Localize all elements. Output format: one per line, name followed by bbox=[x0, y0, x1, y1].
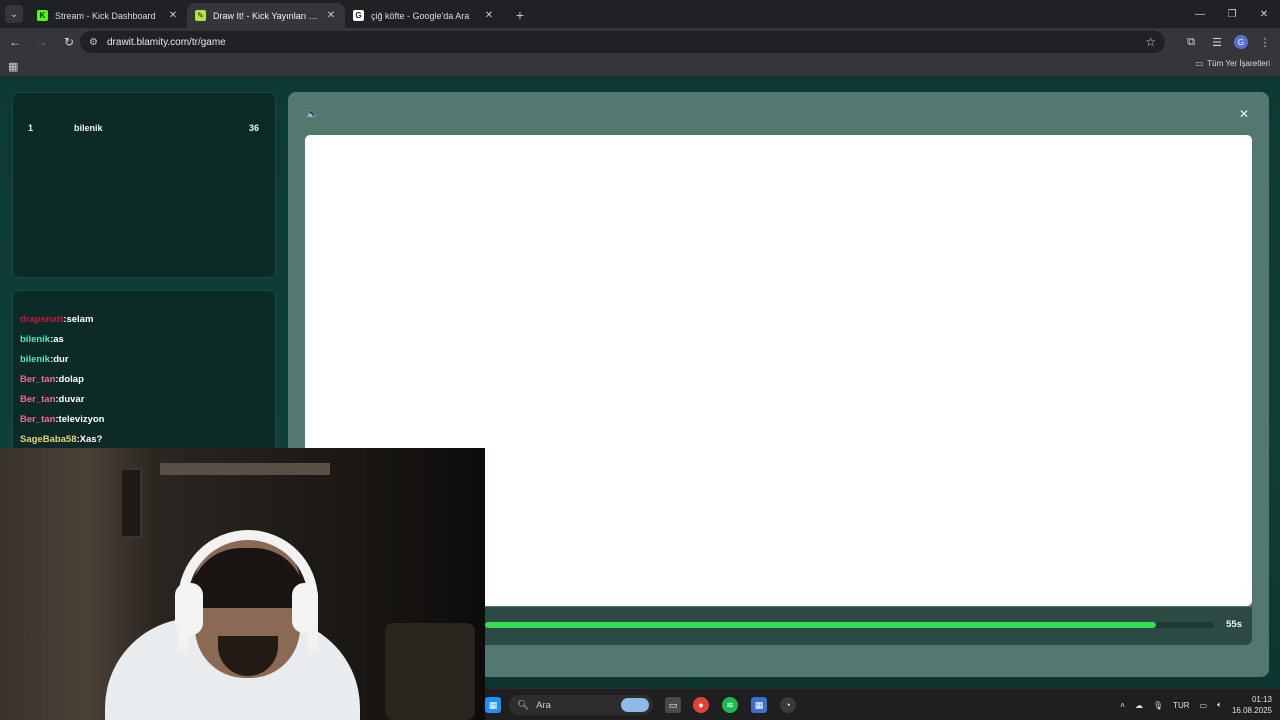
windows-start-icon[interactable]: ▦ bbox=[485, 697, 501, 713]
taskbar-search-label: Ara bbox=[536, 699, 551, 711]
tab-title: Draw It! - Kick Yayınları İçin Çizim bbox=[213, 10, 318, 21]
chat-message: Ber_tan:duvar bbox=[20, 394, 84, 405]
browser-tabstrip: ⌄ K Stream - Kick Dashboard ✕ ✎ Draw It! - K… bbox=[0, 0, 1280, 28]
bookmarks-bar: ▦ ▭ Tüm Yer İşaretleri bbox=[0, 56, 1280, 77]
chat-username[interactable]: bilenik bbox=[20, 354, 50, 365]
bookmark-star-icon[interactable]: ☆ bbox=[1145, 35, 1156, 49]
timer-track bbox=[485, 622, 1214, 628]
language-indicator[interactable]: TUR bbox=[1173, 701, 1189, 710]
tab-title: Stream - Kick Dashboard bbox=[55, 10, 156, 21]
task-view-icon[interactable]: ▭ bbox=[665, 697, 681, 713]
new-tab-button[interactable]: + bbox=[511, 7, 529, 23]
chat-message: bilenik:as bbox=[20, 334, 64, 345]
leaderboard-rank: 1 bbox=[28, 123, 34, 133]
system-tray: ˄ ☁ 🎙︎ TUR ▭ 🔈︎ 01:13 16.08.2025 bbox=[1120, 689, 1272, 720]
webcam-door-frame bbox=[120, 468, 142, 538]
webcam-headphone-cup-right bbox=[292, 583, 318, 633]
folder-icon: ▭ bbox=[1195, 59, 1204, 68]
chat-message: drapsnatt:selam bbox=[20, 314, 93, 325]
chat-username[interactable]: Ber_tan bbox=[20, 394, 55, 405]
spotify-icon[interactable]: ≋ bbox=[722, 697, 738, 713]
chat-text: :televizyon bbox=[55, 414, 105, 425]
browser-toolbar: ← → ↻ ⚙ drawit.blamity.com/tr/game ☆ ⧉ ☰… bbox=[0, 28, 1280, 56]
chat-message: Ber_tan:televizyon bbox=[20, 414, 104, 425]
webcam-shelf bbox=[160, 463, 330, 475]
reading-list-icon[interactable]: ☰ bbox=[1208, 36, 1226, 49]
tab-favicon-icon: K bbox=[37, 10, 48, 21]
clock-time: 01:13 bbox=[1251, 695, 1272, 704]
chat-text: :as bbox=[50, 334, 64, 345]
chat-username[interactable]: Ber_tan bbox=[20, 374, 55, 385]
search-icon: 🔍︎ bbox=[517, 699, 530, 711]
chat-username[interactable]: Ber_tan bbox=[20, 414, 55, 425]
chat-username[interactable]: SageBaba58 bbox=[20, 434, 77, 445]
browser-tab[interactable]: Gçiğ köfte - Google'da Ara ✕ bbox=[345, 3, 503, 28]
chat-panel: drapsnatt:selam bilenik:as bilenik:dur Ber_… bbox=[12, 290, 276, 450]
leaderboard-score: 36 bbox=[248, 123, 259, 133]
chat-text: :duvar bbox=[55, 394, 85, 405]
menu-icon[interactable]: ⋮ bbox=[1256, 36, 1274, 49]
close-icon[interactable]: ✕ bbox=[1239, 107, 1249, 121]
browser-tab[interactable]: ✎ Draw It! - Kick Yayınları İçin Çizim ✕ bbox=[187, 3, 345, 28]
store-icon[interactable]: ▦ bbox=[751, 697, 767, 713]
window-controls: — ❐ ✕ bbox=[1184, 0, 1280, 28]
chat-message: Ber_tan:dolap bbox=[20, 374, 84, 385]
network-icon[interactable]: ▭ bbox=[1200, 701, 1208, 710]
site-settings-icon[interactable]: ⚙ bbox=[89, 37, 103, 48]
chat-message: bilenik:dur bbox=[20, 354, 69, 365]
cloud-icon[interactable]: ☁ bbox=[1135, 701, 1143, 710]
chat-message: SageBaba58:Xas? bbox=[20, 434, 102, 445]
profile-avatar[interactable]: G bbox=[1234, 35, 1248, 49]
clock-date: 16.08.2025 bbox=[1231, 706, 1272, 715]
volume-icon[interactable]: 🔈︎ bbox=[1217, 700, 1222, 710]
extensions-icon[interactable]: ⧉ bbox=[1182, 36, 1200, 49]
webcam-chair bbox=[385, 623, 475, 720]
browser-tab[interactable]: K Stream - Kick Dashboard ✕ bbox=[29, 3, 187, 28]
chat-username[interactable]: bilenik bbox=[20, 334, 50, 345]
apps-grid-icon[interactable]: ▦ bbox=[8, 60, 18, 73]
leaderboard-row: 1 bilenik 36 bbox=[13, 123, 275, 139]
reload-button[interactable]: ↻ bbox=[57, 30, 81, 54]
tab-favicon-icon: ✎ bbox=[195, 10, 206, 21]
timer-label: 55s bbox=[1226, 619, 1242, 630]
chat-text: :dolap bbox=[55, 374, 84, 385]
forward-button[interactable]: → bbox=[30, 30, 54, 54]
address-bar[interactable]: ⚙ drawit.blamity.com/tr/game ☆ bbox=[80, 31, 1165, 53]
microphone-icon[interactable]: 🎙︎ bbox=[1153, 701, 1163, 710]
windows-taskbar: ▦ 🔍︎ Ara ▭ ● ≋ ▦ ◔ ˄ ☁ 🎙︎ TUR ▭ 🔈︎ 01:13… bbox=[485, 688, 1280, 720]
search-highlight-icon[interactable] bbox=[621, 698, 649, 712]
timer-fill bbox=[485, 622, 1156, 628]
leaderboard: 1 bilenik 36 bbox=[12, 92, 276, 278]
clock[interactable]: 01:13 16.08.2025 bbox=[1232, 694, 1272, 716]
back-button[interactable]: ← bbox=[3, 30, 27, 54]
tab-title: çiğ köfte - Google'da Ara bbox=[371, 10, 470, 21]
webcam-headphone-cup-left bbox=[175, 583, 203, 635]
chrome-icon[interactable]: ● bbox=[693, 697, 709, 713]
close-window-button[interactable]: ✕ bbox=[1248, 0, 1280, 28]
tab-close-icon[interactable]: ✕ bbox=[483, 10, 495, 21]
webcam-overlay bbox=[0, 448, 485, 720]
chat-text: :selam bbox=[63, 314, 94, 325]
tab-close-icon[interactable]: ✕ bbox=[167, 10, 179, 21]
all-bookmarks-label: Tüm Yer İşaretleri bbox=[1207, 59, 1270, 68]
sound-icon[interactable]: 🔈 bbox=[306, 109, 318, 120]
restore-button[interactable]: ❐ bbox=[1216, 0, 1248, 28]
tray-chevron-up-icon[interactable]: ˄ bbox=[1120, 701, 1125, 710]
app-icon[interactable]: ◔ bbox=[780, 697, 796, 713]
tab-favicon-icon: G bbox=[353, 10, 364, 21]
tab-close-icon[interactable]: ✕ bbox=[325, 10, 337, 21]
all-bookmarks-button[interactable]: ▭ Tüm Yer İşaretleri bbox=[1196, 59, 1270, 68]
tab-search-button[interactable]: ⌄ bbox=[5, 5, 23, 23]
chat-text: :Xas? bbox=[76, 434, 103, 445]
chat-text: :dur bbox=[50, 354, 69, 365]
minimize-button[interactable]: — bbox=[1184, 0, 1216, 28]
url-text: drawit.blamity.com/tr/game bbox=[107, 36, 226, 48]
leaderboard-name: bilenik bbox=[74, 123, 103, 133]
chat-username[interactable]: drapsnatt bbox=[20, 314, 63, 325]
tabs: K Stream - Kick Dashboard ✕ ✎ Draw It! - Kic… bbox=[29, 3, 503, 28]
toolbar-actions: ⧉ ☰ G ⋮ bbox=[1182, 31, 1274, 53]
